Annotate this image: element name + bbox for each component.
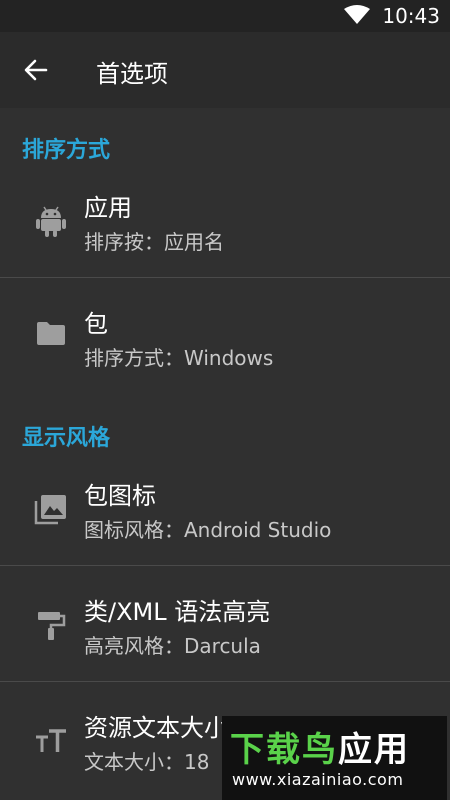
status-time: 10:43 — [382, 4, 440, 28]
divider — [0, 681, 450, 682]
pref-item-summary: 文本大小：18 — [84, 750, 210, 774]
pref-item-syntax-highlight[interactable]: 类/XML 语法高亮 高亮风格：Darcula — [0, 592, 450, 682]
pref-item-summary: 排序按：应用名 — [84, 230, 224, 254]
folder-icon — [37, 322, 65, 345]
text-size-icon — [36, 729, 66, 752]
pref-item-package-sort[interactable]: 包 排序方式：Windows — [0, 304, 450, 394]
pref-item-app-sort[interactable]: 应用 排序按：应用名 — [0, 188, 450, 278]
watermark-url: www.xiazainiao.com — [232, 770, 404, 789]
toolbar: 首选项 — [0, 32, 450, 108]
pref-item-title: 资源文本大小 — [84, 714, 228, 742]
status-bar: 10:43 — [0, 0, 450, 32]
image-stack-icon — [34, 495, 66, 525]
preferences-list: 排序方式 应用 排序按：应用名 包 排序方式：Windows 显示风格 包图标 … — [0, 108, 450, 800]
page-title: 首选项 — [96, 60, 168, 88]
pref-item-title: 应用 — [84, 194, 132, 222]
divider — [0, 565, 450, 566]
pref-item-package-icon[interactable]: 包图标 图标风格：Android Studio — [0, 476, 450, 566]
divider — [0, 277, 450, 278]
watermark-logo: 下载鸟应用 www.xiazainiao.com — [222, 716, 447, 800]
android-icon — [36, 206, 66, 237]
pref-item-summary: 排序方式：Windows — [84, 346, 274, 370]
paint-roller-icon — [38, 612, 66, 640]
pref-item-summary: 图标风格：Android Studio — [84, 518, 332, 542]
pref-item-title: 包图标 — [84, 482, 156, 510]
watermark-brand-green: 下载鸟 — [230, 730, 338, 770]
wifi-icon — [344, 5, 370, 24]
back-arrow-icon[interactable] — [22, 56, 50, 84]
pref-item-summary: 高亮风格：Darcula — [84, 634, 261, 658]
section-header-sort: 排序方式 — [22, 138, 111, 163]
pref-item-title: 类/XML 语法高亮 — [84, 598, 271, 626]
watermark-brand-white: 应用 — [338, 730, 410, 770]
watermark-brand: 下载鸟应用 — [230, 722, 410, 771]
section-header-display-style: 显示风格 — [22, 426, 111, 451]
pref-item-title: 包 — [84, 310, 108, 338]
